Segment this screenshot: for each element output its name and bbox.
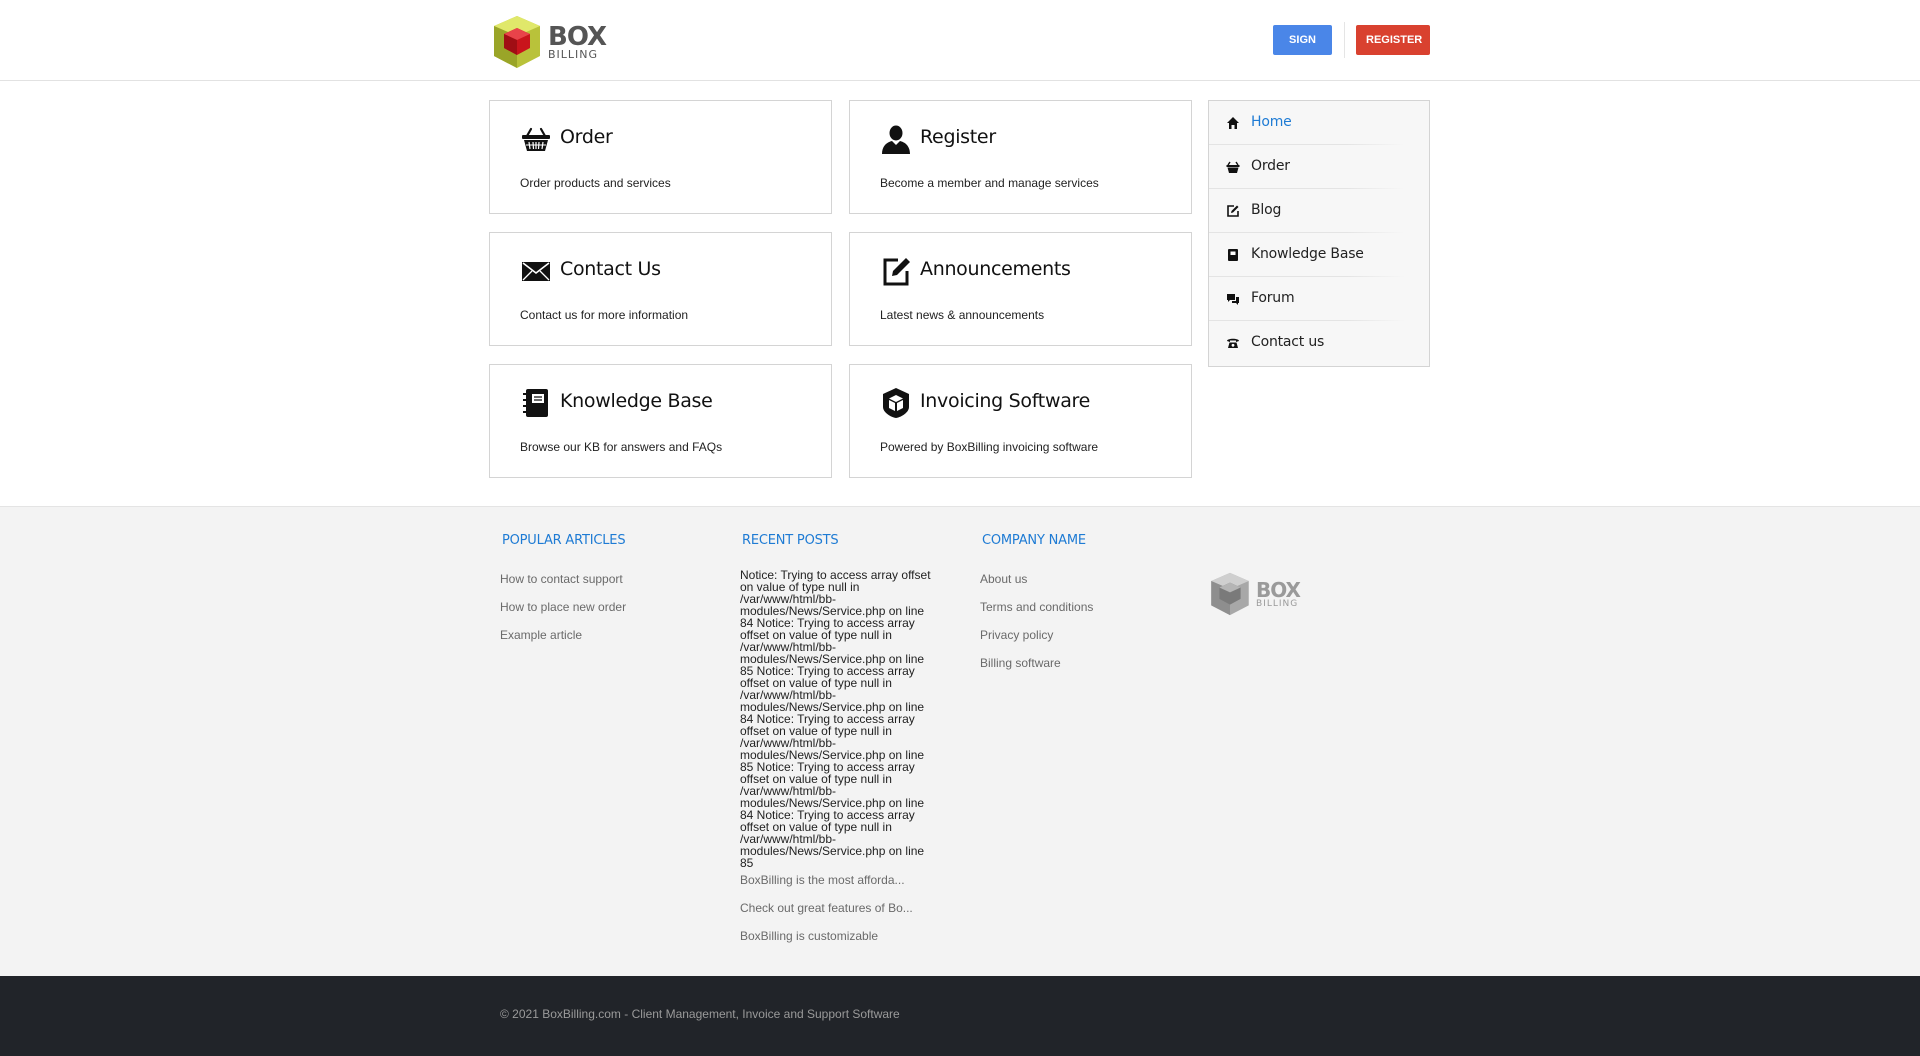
company-link[interactable]: Terms and conditions [980,600,1093,614]
basket-icon [1226,161,1240,173]
company-name-heading: Company Name [982,533,1086,548]
nav-label: Order [1251,158,1290,174]
tile-title: Invoicing Software [920,390,1091,412]
recent-posts-heading: Recent Posts [742,533,839,548]
tile-title: Knowledge Base [560,390,713,412]
header-divider [1344,22,1345,58]
recent-post-link[interactable]: BoxBilling is the most afforda... [740,873,905,887]
tile-order[interactable]: Order Order products and services [489,100,832,214]
recent-post-link[interactable]: BoxBilling is customizable [740,929,878,943]
company-link[interactable]: Privacy policy [980,628,1053,642]
tile-register[interactable]: Register Become a member and manage serv… [849,100,1192,214]
tile-title: Contact Us [560,258,661,280]
tile-contact-us[interactable]: Contact Us Contact us for more informati… [489,232,832,346]
popular-article-link[interactable]: Example article [500,628,582,642]
tile-title: Order [560,126,613,148]
tile-description: Order products and services [520,176,671,190]
envelope-icon [522,262,550,281]
home-icon [1227,117,1239,129]
book-icon [1228,249,1238,261]
popular-article-link[interactable]: How to contact support [500,572,623,586]
user-icon [882,125,910,154]
book-icon [523,389,548,417]
tile-invoicing-software[interactable]: Invoicing Software Powered by BoxBilling… [849,364,1192,478]
nav-label: Contact us [1251,334,1325,350]
logo-subtext: BILLING [548,48,599,61]
tile-description: Become a member and manage services [880,176,1099,190]
chat-icon [1227,294,1239,305]
footer-logo-subtext: BILLING [1256,599,1299,609]
nav-item-contact-us[interactable]: Contact us [1209,321,1429,365]
tile-announcements[interactable]: Announcements Latest news & announcement… [849,232,1192,346]
nav-label: Blog [1251,202,1282,218]
footer-logo-text: BOX [1256,578,1301,602]
nav-item-home[interactable]: Home [1209,101,1429,145]
phone-icon [1227,338,1239,348]
tile-description: Latest news & announcements [880,308,1045,322]
tile-description: Contact us for more information [520,308,689,322]
footer-logo: BOX BILLING [1208,571,1308,619]
nav-item-forum[interactable]: Forum [1209,277,1429,321]
nav-item-knowledge-base[interactable]: Knowledge Base [1209,233,1429,277]
nav-label: Home [1251,114,1292,130]
recent-post-link[interactable]: Check out great features of Bo... [740,901,913,915]
copyright-text: © 2021 BoxBilling.com - Client Managemen… [500,1007,900,1021]
edit-icon [1227,205,1239,217]
nav-item-blog[interactable]: Blog [1209,189,1429,233]
basket-icon [522,127,550,151]
side-navigation: Home Order Blog Knowledge Base Forum Con… [1208,100,1430,367]
boxbilling-logo[interactable]: BOX BILLING [490,14,610,70]
company-link[interactable]: About us [980,572,1027,586]
company-link[interactable]: Billing software [980,656,1061,670]
nav-item-order[interactable]: Order [1209,145,1429,189]
popular-article-link[interactable]: How to place new order [500,600,626,614]
nav-label: Forum [1251,290,1295,306]
site-footer: Popular Articles How to contact support … [0,506,1920,976]
cube-logo-icon [1211,572,1249,616]
tile-description: Browse our KB for answers and FAQs [520,440,723,454]
edit-icon [883,258,910,286]
register-button[interactable]: REGISTER [1356,25,1430,55]
tile-knowledge-base[interactable]: Knowledge Base Browse our KB for answers… [489,364,832,478]
popular-articles-heading: Popular Articles [502,533,626,548]
logo-text: BOX [548,22,607,52]
bottom-bar: © 2021 BoxBilling.com - Client Managemen… [0,976,1920,1056]
cube-logo-icon [494,16,540,68]
nav-label: Knowledge Base [1251,246,1364,262]
tile-title: Announcements [920,258,1071,280]
tile-description: Powered by BoxBilling invoicing software [880,440,1099,454]
cube-icon [883,388,909,418]
site-header: BOX BILLING SIGN IN REGISTER [0,0,1920,81]
php-notice-text: Notice: Trying to access array offset on… [740,568,931,870]
tile-title: Register [920,126,996,148]
sign-in-button[interactable]: SIGN IN [1273,25,1332,76]
